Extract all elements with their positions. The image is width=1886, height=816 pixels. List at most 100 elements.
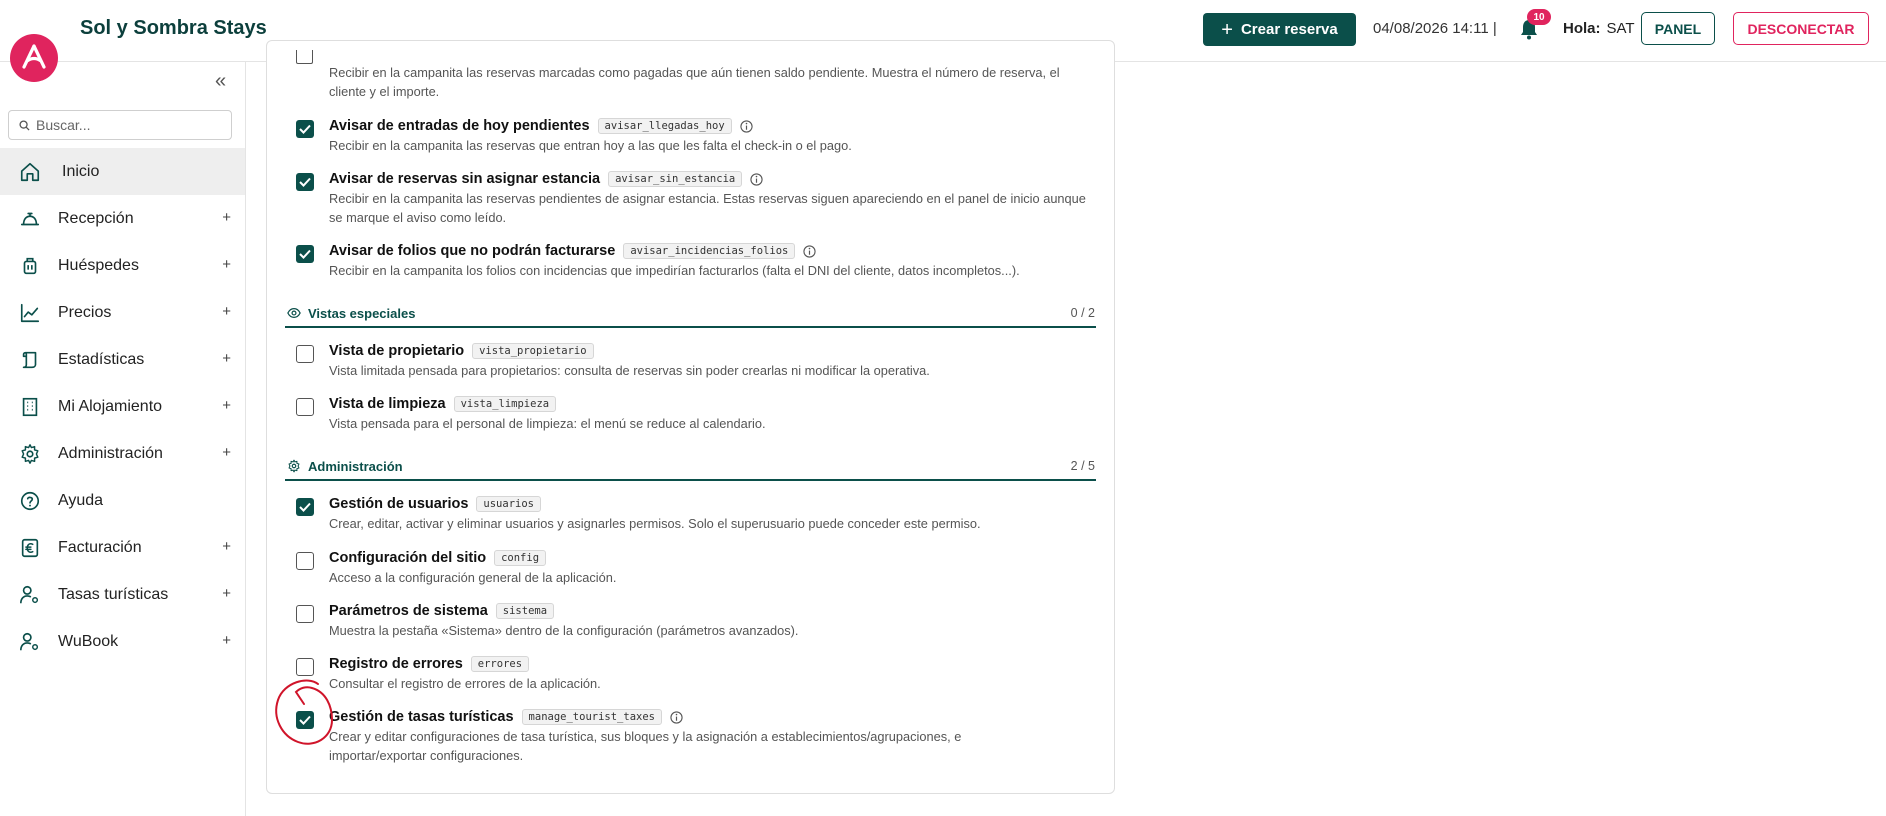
user-greeting: Hola: SAT <box>1563 20 1635 37</box>
expand-icon[interactable]: + <box>222 538 231 555</box>
permission-title: Gestión de usuarios <box>329 496 469 512</box>
plus-icon: + <box>1221 18 1233 41</box>
sidebar-item-label: Administración <box>58 444 163 462</box>
info-icon[interactable] <box>670 710 683 724</box>
sidebar-item-recepcion[interactable]: Recepción + <box>0 195 245 242</box>
sidebar-item-administracion[interactable]: Administración + <box>0 430 245 477</box>
permission-checkbox[interactable] <box>296 498 314 516</box>
user-settings-icon <box>18 630 42 654</box>
permission-description: Vista limitada pensada para propietarios… <box>329 363 930 378</box>
check-icon <box>299 502 311 512</box>
permission-checkbox[interactable] <box>296 50 313 64</box>
permission-checkbox[interactable] <box>296 245 314 263</box>
brand-name: Sol y Sombra Stays <box>80 17 267 39</box>
sidebar-item-huespedes[interactable]: Huéspedes + <box>0 242 245 289</box>
expand-icon[interactable]: + <box>222 632 231 649</box>
permission-title: Registro de errores <box>329 656 463 672</box>
check-icon <box>299 249 311 259</box>
collapse-sidebar-icon[interactable]: « <box>215 70 226 93</box>
permission-checkbox[interactable] <box>296 605 314 623</box>
current-datetime: 04/08/2026 14:11 | <box>1373 20 1497 37</box>
expand-icon[interactable]: + <box>222 585 231 602</box>
check-icon <box>299 177 311 187</box>
permission-title: Vista de propietario <box>329 343 465 359</box>
gear-icon <box>18 442 42 466</box>
sidebar-item-label: Huéspedes <box>58 256 139 274</box>
permission-description: Recibir en la campanita las reservas pen… <box>329 191 1086 225</box>
sidebar-item-label: WuBook <box>58 632 119 650</box>
section-title: Vistas especiales <box>308 306 416 321</box>
logo-mark-icon <box>22 44 46 69</box>
permission-title: Vista de limpieza <box>329 396 446 412</box>
check-icon <box>299 124 311 134</box>
permission-checkbox[interactable] <box>296 398 314 416</box>
permission-description: Recibir en la campanita las reservas mar… <box>329 65 1060 99</box>
expand-icon[interactable]: + <box>222 256 231 273</box>
expand-icon[interactable]: + <box>222 303 231 320</box>
line-chart-icon <box>18 301 42 325</box>
sidebar-item-estadisticas[interactable]: Estadísticas + <box>0 336 245 383</box>
sidebar-search[interactable] <box>8 110 232 140</box>
sidebar-item-label: Mi Alojamiento <box>58 397 163 415</box>
search-input[interactable] <box>36 117 216 133</box>
logout-button[interactable]: DESCONECTAR <box>1733 12 1869 45</box>
create-reservation-label: Crear reserva <box>1240 21 1338 38</box>
permission-code: vista_limpieza <box>453 396 557 412</box>
permission-checkbox[interactable] <box>296 120 314 138</box>
permission-code: avisar_incidencias_folios <box>623 243 796 259</box>
app-logo[interactable] <box>10 34 58 82</box>
sidebar-item-mi-alojamiento[interactable]: Mi Alojamiento + <box>0 383 245 430</box>
gear-icon <box>288 459 300 473</box>
permission-title: Avisar de reservas sin asignar estancia <box>329 171 601 187</box>
info-icon[interactable] <box>740 119 753 133</box>
expand-icon[interactable]: + <box>222 209 231 226</box>
permission-checkbox[interactable] <box>296 658 314 676</box>
permission-code: manage_tourist_taxes <box>521 709 662 725</box>
permission-title: Gestión de tasas turísticas <box>329 709 514 725</box>
permission-code: avisar_sin_estancia <box>608 171 743 187</box>
panel-button[interactable]: PANEL <box>1641 12 1715 45</box>
info-icon[interactable] <box>750 172 763 186</box>
permission-description: Recibir en la campanita las reservas que… <box>329 138 852 153</box>
permission-checkbox[interactable] <box>296 711 314 729</box>
sidebar-item-label: Tasas turísticas <box>58 585 169 603</box>
create-reservation-button[interactable]: + Crear reserva <box>1203 13 1356 46</box>
permission-title: Parámetros de sistema <box>329 603 488 619</box>
section-count: 2 / 5 <box>1070 459 1095 473</box>
sidebar-item-label: Facturación <box>58 538 142 556</box>
sidebar-item-facturacion[interactable]: Facturación + <box>0 524 245 571</box>
expand-icon[interactable]: + <box>222 444 231 461</box>
sidebar-item-ayuda[interactable]: Ayuda <box>0 477 245 524</box>
euro-icon <box>18 536 42 560</box>
permission-description: Muestra la pestaña «Sistema» dentro de l… <box>329 623 799 638</box>
sidebar-item-label: Precios <box>58 303 112 321</box>
section-title: Administración <box>308 459 403 474</box>
sidebar: « Inicio Recepción + Huéspedes + <box>0 62 246 816</box>
luggage-icon <box>18 254 42 278</box>
sidebar-item-wubook[interactable]: WuBook + <box>0 618 245 665</box>
sidebar-item-tasas-turisticas[interactable]: Tasas turísticas + <box>0 571 245 618</box>
permission-description: Consultar el registro de errores de la a… <box>329 676 601 691</box>
permission-checkbox[interactable] <box>296 552 314 570</box>
greeting-label: Hola: <box>1563 20 1601 37</box>
section-header-vistas-especiales: Vistas especiales 0 / 2 <box>285 302 1096 328</box>
permission-checkbox[interactable] <box>296 173 314 191</box>
permission-description: Vista pensada para el personal de limpie… <box>329 416 766 431</box>
sidebar-item-label: Inicio <box>62 162 100 180</box>
expand-icon[interactable]: + <box>222 350 231 367</box>
permission-code: errores <box>470 656 530 672</box>
building-icon <box>18 395 42 419</box>
expand-icon[interactable]: + <box>222 397 231 414</box>
section-count: 0 / 2 <box>1070 306 1095 320</box>
home-icon <box>18 160 42 184</box>
info-icon[interactable] <box>803 244 816 258</box>
sidebar-item-label: Recepción <box>58 209 134 227</box>
permission-checkbox[interactable] <box>296 345 314 363</box>
check-icon <box>299 715 311 725</box>
permission-code: usuarios <box>476 496 541 512</box>
help-circle-icon <box>18 489 42 513</box>
permission-description: Crear, editar, activar y eliminar usuari… <box>329 516 981 531</box>
sidebar-item-inicio[interactable]: Inicio <box>0 148 245 195</box>
sidebar-item-precios[interactable]: Precios + <box>0 289 245 336</box>
user-settings-icon <box>18 583 42 607</box>
